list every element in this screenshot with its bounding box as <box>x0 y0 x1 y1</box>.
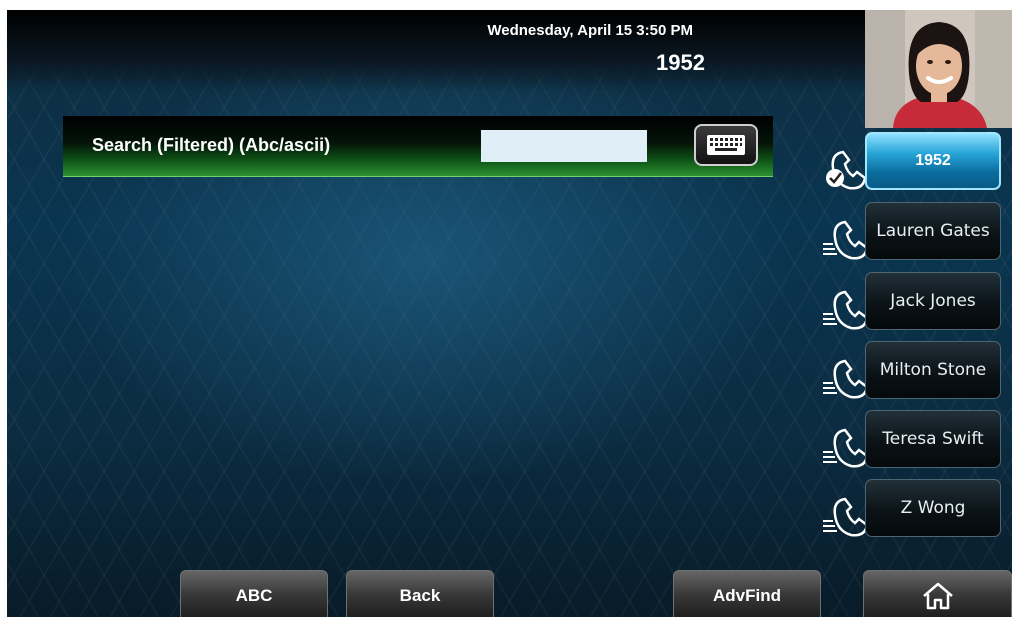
line-row-milton-stone: Milton Stone <box>819 341 1012 403</box>
back-button[interactable]: Back <box>346 570 494 617</box>
line-row-lauren-gates: Lauren Gates <box>819 202 1012 264</box>
home-button[interactable] <box>863 570 1012 617</box>
phone-handset-icon <box>823 290 867 330</box>
phone-handset-icon <box>823 428 867 468</box>
line-key-1952[interactable]: 1952 <box>865 132 1001 190</box>
home-icon <box>922 582 953 610</box>
line-row-1952: 1952 <box>819 132 1012 194</box>
line-key-z-wong[interactable]: Z Wong <box>865 479 1001 537</box>
line-row-z-wong: Z Wong <box>819 479 1012 541</box>
phone-handset-icon <box>823 497 867 537</box>
line-row-teresa-swift: Teresa Swift <box>819 410 1012 472</box>
search-bar: Search (Filtered) (Abc/ascii) <box>63 116 773 177</box>
phone-registered-icon <box>826 150 867 190</box>
date-time: Wednesday, April 15 3:50 PM <box>487 22 693 39</box>
phone-handset-icon <box>823 359 867 399</box>
search-label: Search (Filtered) (Abc/ascii) <box>92 135 331 155</box>
line-number: 1952 <box>656 50 705 75</box>
status-bar: Wednesday, April 15 3:50 PM 1952 <box>7 10 865 92</box>
line-key-teresa-swift[interactable]: Teresa Swift <box>865 410 1001 468</box>
line-key-lauren-gates[interactable]: Lauren Gates <box>865 202 1001 260</box>
line-row-jack-jones: Jack Jones <box>819 272 1012 334</box>
abc-button[interactable]: ABC <box>180 570 328 617</box>
keyboard-icon <box>707 135 745 155</box>
phone-handset-icon <box>823 220 867 260</box>
line-key-jack-jones[interactable]: Jack Jones <box>865 272 1001 330</box>
phone-screen: Wednesday, April 15 3:50 PM 1952 Search … <box>7 10 1012 617</box>
search-input[interactable] <box>481 130 647 162</box>
line-key-milton-stone[interactable]: Milton Stone <box>865 341 1001 399</box>
contact-photo <box>865 10 1012 128</box>
advfind-button[interactable]: AdvFind <box>673 570 821 617</box>
keyboard-button[interactable] <box>694 124 758 166</box>
